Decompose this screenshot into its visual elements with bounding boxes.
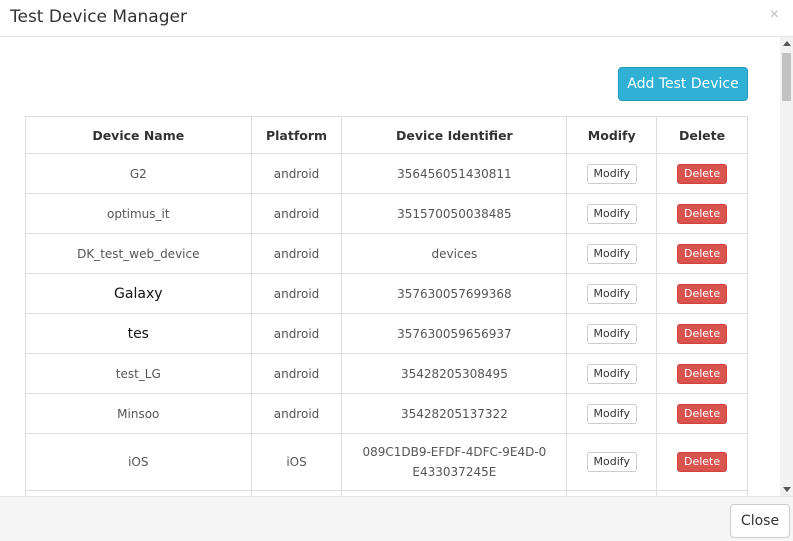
header-device-name: Device Name: [25, 116, 252, 154]
scroll-down-arrow-icon[interactable]: [783, 487, 791, 492]
device-identifier-cell: 351570050038485: [341, 193, 568, 234]
delete-button[interactable]: Delete: [676, 403, 728, 424]
platform-cell: android: [250, 353, 343, 394]
delete-button[interactable]: Delete: [676, 452, 728, 472]
device-name-cell: optimus_it: [25, 193, 252, 234]
header-delete: Delete: [656, 116, 748, 154]
delete-button[interactable]: Delete: [676, 283, 728, 304]
modify-button[interactable]: Modify: [586, 403, 637, 424]
device-identifier-cell: 356456051430811: [341, 153, 568, 194]
add-test-device-button[interactable]: Add Test Device: [618, 67, 748, 101]
modify-cell: Modify: [566, 193, 658, 234]
table-row: G2 android 356456051430811 Modify Delete: [25, 153, 748, 194]
delete-cell: Delete: [656, 233, 748, 274]
table-row: DK_test_web_device android devices Modif…: [25, 233, 748, 274]
modal-header: Test Device Manager ×: [0, 0, 793, 37]
modify-button[interactable]: Modify: [586, 203, 637, 224]
modify-button[interactable]: Modify: [586, 363, 637, 384]
modify-cell: Modify: [566, 393, 658, 434]
table-row: iOS iOS 089C1DB9-EFDF-4DFC-9E4D-0E433037…: [25, 433, 748, 491]
modify-cell: Modify: [566, 433, 658, 491]
header-modify: Modify: [566, 116, 658, 154]
delete-cell: Delete: [656, 353, 748, 394]
modify-cell: Modify: [566, 233, 658, 274]
delete-cell: Delete: [656, 313, 748, 354]
header-device-identifier: Device Identifier: [341, 116, 568, 154]
delete-button[interactable]: Delete: [676, 203, 728, 224]
platform-cell: android: [250, 153, 343, 194]
device-identifier-cell: 089C1DB9-EFDF-4DFC-9E4D-0E433037245E: [341, 433, 568, 491]
modify-cell: Modify: [566, 153, 658, 194]
device-name-cell: Galaxy: [25, 273, 252, 314]
device-name-cell: G2: [25, 153, 252, 194]
delete-cell: Delete: [656, 393, 748, 434]
delete-button[interactable]: Delete: [676, 163, 728, 184]
modify-button[interactable]: Modify: [586, 452, 637, 472]
device-identifier-text: 089C1DB9-EFDF-4DFC-9E4D-0E433037245E: [362, 445, 547, 479]
table-row: tes android 357630059656937 Modify Delet…: [25, 313, 748, 354]
scrollbar[interactable]: [780, 37, 793, 496]
table-row: test_LG android 35428205308495 Modify De…: [25, 353, 748, 394]
table-header-row: Device Name Platform Device Identifier M…: [25, 116, 748, 154]
modify-button[interactable]: Modify: [586, 163, 637, 184]
device-name-cell: test_LG: [25, 353, 252, 394]
delete-cell: Delete: [656, 193, 748, 234]
modify-button[interactable]: Modify: [586, 283, 637, 304]
platform-cell: android: [250, 193, 343, 234]
platform-cell: iOS: [250, 433, 343, 491]
platform-cell: android: [250, 313, 343, 354]
delete-button[interactable]: Delete: [676, 363, 728, 384]
device-identifier-cell: 357630059656937: [341, 313, 568, 354]
platform-cell: android: [250, 393, 343, 434]
table-row: Galaxy android 357630057699368 Modify De…: [25, 273, 748, 314]
delete-button[interactable]: Delete: [676, 243, 728, 264]
scroll-up-arrow-icon[interactable]: [783, 41, 791, 46]
device-identifier-cell: devices: [341, 233, 568, 274]
device-identifier-cell: 357630057699368: [341, 273, 568, 314]
modal-title: Test Device Manager: [10, 7, 187, 27]
platform-cell: android: [250, 233, 343, 274]
delete-cell: Delete: [656, 433, 748, 491]
modify-cell: Modify: [566, 353, 658, 394]
modify-button[interactable]: Modify: [586, 323, 637, 344]
device-name-cell: tes: [25, 313, 252, 354]
device-identifier-cell: 35428205308495: [341, 353, 568, 394]
device-identifier-cell: 35428205137322: [341, 393, 568, 434]
device-name-cell: iOS: [25, 433, 252, 491]
table-row: optimus_it android 351570050038485 Modif…: [25, 193, 748, 234]
device-name-cell: DK_test_web_device: [25, 233, 252, 274]
device-table: Device Name Platform Device Identifier M…: [25, 116, 748, 496]
device-name-cell: Minsoo: [25, 393, 252, 434]
modify-button[interactable]: Modify: [586, 243, 637, 264]
scroll-thumb[interactable]: [782, 53, 791, 101]
table-row: Minsoo android 35428205137322 Modify Del…: [25, 393, 748, 434]
platform-cell: android: [250, 273, 343, 314]
modal-body: Add Test Device Device Name Platform Dev…: [0, 37, 780, 496]
modal-footer: Close: [0, 496, 793, 541]
close-icon[interactable]: ×: [770, 6, 779, 24]
modify-cell: Modify: [566, 273, 658, 314]
delete-cell: Delete: [656, 153, 748, 194]
header-platform: Platform: [250, 116, 343, 154]
delete-cell: Delete: [656, 273, 748, 314]
delete-button[interactable]: Delete: [676, 323, 728, 344]
modify-cell: Modify: [566, 313, 658, 354]
close-button[interactable]: Close: [730, 504, 790, 538]
test-device-manager-modal: Test Device Manager × Add Test Device De…: [0, 0, 793, 541]
